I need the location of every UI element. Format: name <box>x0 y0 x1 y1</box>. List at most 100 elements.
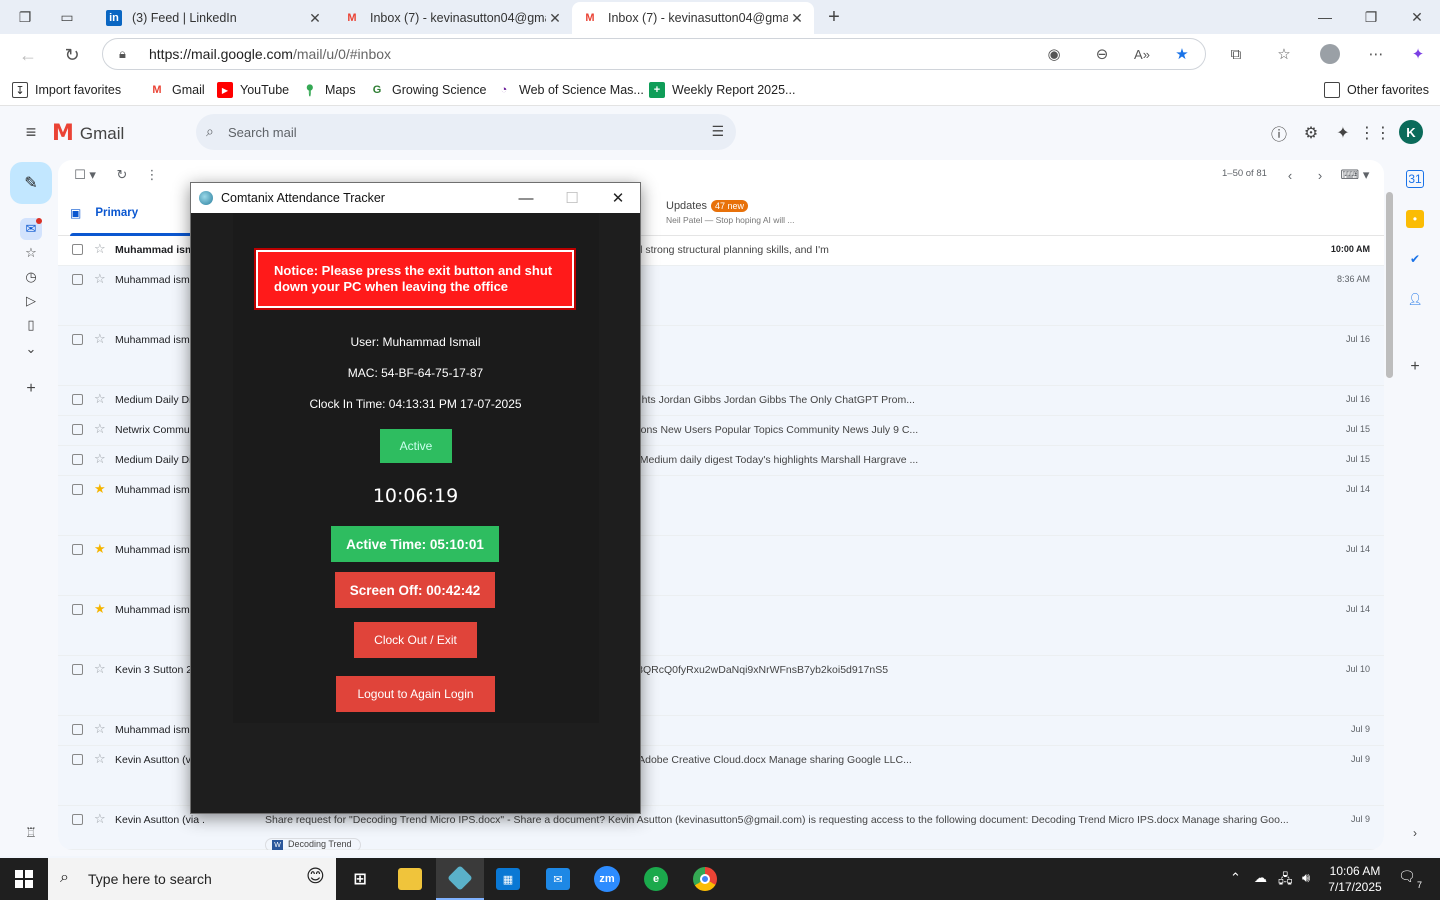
apps-grid-icon[interactable]: ⋮⋮ <box>1359 122 1391 144</box>
upgrade-icon[interactable]: ♖ <box>20 822 42 844</box>
help-icon[interactable]: ⓘ <box>1268 122 1290 144</box>
favorite-web-of-science[interactable]: ◔ Web of Science Mas... <box>496 80 644 100</box>
get-addons-icon[interactable]: + <box>1406 358 1424 376</box>
mail-button[interactable]: ✉ <box>534 858 582 900</box>
keep-icon[interactable]: • <box>1406 210 1424 228</box>
search-input[interactable]: ⌕ Search mail ☰ <box>196 114 736 150</box>
network-icon[interactable]: 🖧︎ <box>1278 870 1293 892</box>
file-explorer-button[interactable] <box>386 858 434 900</box>
read-aloud-icon[interactable]: A» <box>1130 42 1154 66</box>
favorite-weekly-report[interactable]: + Weekly Report 2025... <box>649 80 795 100</box>
row-checkbox[interactable] <box>72 274 83 285</box>
expand-panel-chevron-icon[interactable]: › <box>1406 824 1424 842</box>
sent-icon[interactable]: ▷ <box>20 290 42 312</box>
starred-icon[interactable]: ☆ <box>20 242 42 264</box>
star-icon[interactable]: ★ <box>94 601 106 617</box>
attachment-chip[interactable]: Decoding Trend <box>265 838 361 850</box>
star-icon[interactable]: ☆ <box>94 271 106 287</box>
logout-button[interactable]: Logout to Again Login <box>336 676 495 712</box>
star-icon[interactable]: ☆ <box>94 451 106 467</box>
close-tab-icon[interactable]: ✕ <box>788 10 806 27</box>
row-checkbox[interactable] <box>72 484 83 495</box>
search-highlight-icon[interactable]: 😊 <box>306 866 325 887</box>
taskbar-search-box[interactable]: ⌕ Type here to search 😊 <box>48 858 336 900</box>
close-window-icon[interactable]: ✕ <box>1402 6 1432 28</box>
row-checkbox[interactable] <box>72 724 83 735</box>
extensions-icon[interactable]: ⧉ <box>1224 42 1248 66</box>
tracker-close-icon[interactable]: ✕ <box>595 183 641 213</box>
start-button[interactable] <box>0 858 48 900</box>
gmail-logo[interactable]: M Gmail <box>52 121 124 146</box>
row-checkbox[interactable] <box>72 454 83 465</box>
settings-gear-icon[interactable]: ⚙ <box>1300 122 1322 144</box>
close-tab-icon[interactable]: ✕ <box>546 10 564 27</box>
account-avatar[interactable]: K <box>1399 120 1423 144</box>
attendance-tracker-taskbar-button[interactable] <box>436 858 484 900</box>
favorite-youtube[interactable]: ▶ YouTube <box>217 80 289 100</box>
edge-button[interactable]: e <box>632 858 680 900</box>
clock-out-exit-button[interactable]: Clock Out / Exit <box>354 622 477 658</box>
snoozed-icon[interactable]: ◷ <box>20 266 42 288</box>
profile-icon[interactable] <box>1318 42 1342 66</box>
zoom-button[interactable]: zm <box>583 858 631 900</box>
refresh-icon[interactable]: ↻ <box>112 165 132 185</box>
other-favorites[interactable]: Other favorites <box>1324 80 1429 100</box>
notification-center-icon[interactable]: 🗨︎ 7 <box>1398 868 1422 890</box>
restore-window-icon[interactable]: ❐ <box>1356 6 1386 28</box>
favorite-star-icon[interactable]: ★ <box>1170 42 1194 66</box>
star-icon[interactable]: ☆ <box>94 811 106 827</box>
row-checkbox[interactable] <box>72 814 83 825</box>
refresh-icon[interactable]: ↻ <box>60 43 84 67</box>
workspaces-icon[interactable]: ❐ <box>14 6 36 28</box>
browser-tab-linkedin[interactable]: in (3) Feed | LinkedIn ✕ <box>96 2 332 34</box>
drafts-icon[interactable]: ▯ <box>20 314 42 336</box>
browser-tab-gmail-1[interactable]: M Inbox (7) - kevinasutton04@gmai ✕ <box>334 2 572 34</box>
minimize-window-icon[interactable]: — <box>1310 6 1340 28</box>
gemini-icon[interactable]: ✦ <box>1332 122 1354 144</box>
favorites-icon[interactable]: ☆ <box>1272 42 1296 66</box>
copilot-icon[interactable]: ✦ <box>1406 42 1430 66</box>
volume-icon[interactable]: 🔊︎ <box>1302 870 1310 886</box>
back-icon[interactable]: ← <box>16 43 40 67</box>
star-icon[interactable]: ☆ <box>94 241 106 257</box>
row-checkbox[interactable] <box>72 754 83 765</box>
main-menu-icon[interactable]: ≡ <box>20 121 42 143</box>
row-checkbox[interactable] <box>72 664 83 675</box>
inbox-scroll-thumb[interactable] <box>1386 192 1393 378</box>
favorite-import[interactable]: ↧ Import favorites <box>12 80 121 100</box>
tasks-icon[interactable]: ✔ <box>1406 250 1424 268</box>
browser-tab-gmail-2[interactable]: M Inbox (7) - kevinasutton04@gma ✕ <box>572 2 814 34</box>
compose-button[interactable]: ✎ <box>10 162 52 204</box>
new-tab-icon[interactable]: + <box>823 6 845 28</box>
search-options-icon[interactable]: ☰ <box>711 123 724 140</box>
onedrive-icon[interactable]: ☁ <box>1254 870 1267 886</box>
select-all-checkbox[interactable]: ☐ ▾ <box>70 165 100 185</box>
star-icon[interactable]: ★ <box>94 541 106 557</box>
star-icon[interactable]: ☆ <box>94 331 106 347</box>
star-icon[interactable]: ☆ <box>94 721 106 737</box>
task-view-button[interactable]: ⊞ <box>336 858 384 900</box>
new-label-icon[interactable]: + <box>20 378 42 400</box>
input-tools-icon[interactable]: ⌨ ▾ <box>1340 165 1370 185</box>
star-icon[interactable]: ☆ <box>94 751 106 767</box>
row-checkbox[interactable] <box>72 244 83 255</box>
chrome-button[interactable] <box>681 858 729 900</box>
close-tab-icon[interactable]: ✕ <box>306 10 324 27</box>
favorite-growing-science[interactable]: G Growing Science <box>369 80 487 100</box>
newer-chevron-icon[interactable]: ‹ <box>1280 165 1300 185</box>
search-icon[interactable]: ⌕ <box>206 123 214 140</box>
tab-updates[interactable]: Updates 47 new Neil Patel — Stop hoping A… <box>666 200 795 225</box>
row-checkbox[interactable] <box>72 424 83 435</box>
settings-more-icon[interactable]: ⋯ <box>1364 42 1388 66</box>
more-chevron-icon[interactable]: ⌄ <box>20 338 42 360</box>
tracking-prevention-icon[interactable]: ◉ <box>1042 42 1066 66</box>
star-icon[interactable]: ☆ <box>94 421 106 437</box>
row-checkbox[interactable] <box>72 604 83 615</box>
tab-primary[interactable]: ▣ Primary <box>70 190 241 236</box>
star-icon[interactable]: ☆ <box>94 391 106 407</box>
calendar-icon[interactable]: 31 <box>1406 170 1424 188</box>
taskbar-clock[interactable]: 10:06 AM 7/17/2025 <box>1322 863 1388 895</box>
url-field[interactable]: 🔒︎ https://mail.google.com/mail/u/0/#inb… <box>102 38 1206 70</box>
more-actions-icon[interactable]: ⋮ <box>142 165 162 185</box>
favorite-gmail[interactable]: M Gmail <box>149 80 204 100</box>
